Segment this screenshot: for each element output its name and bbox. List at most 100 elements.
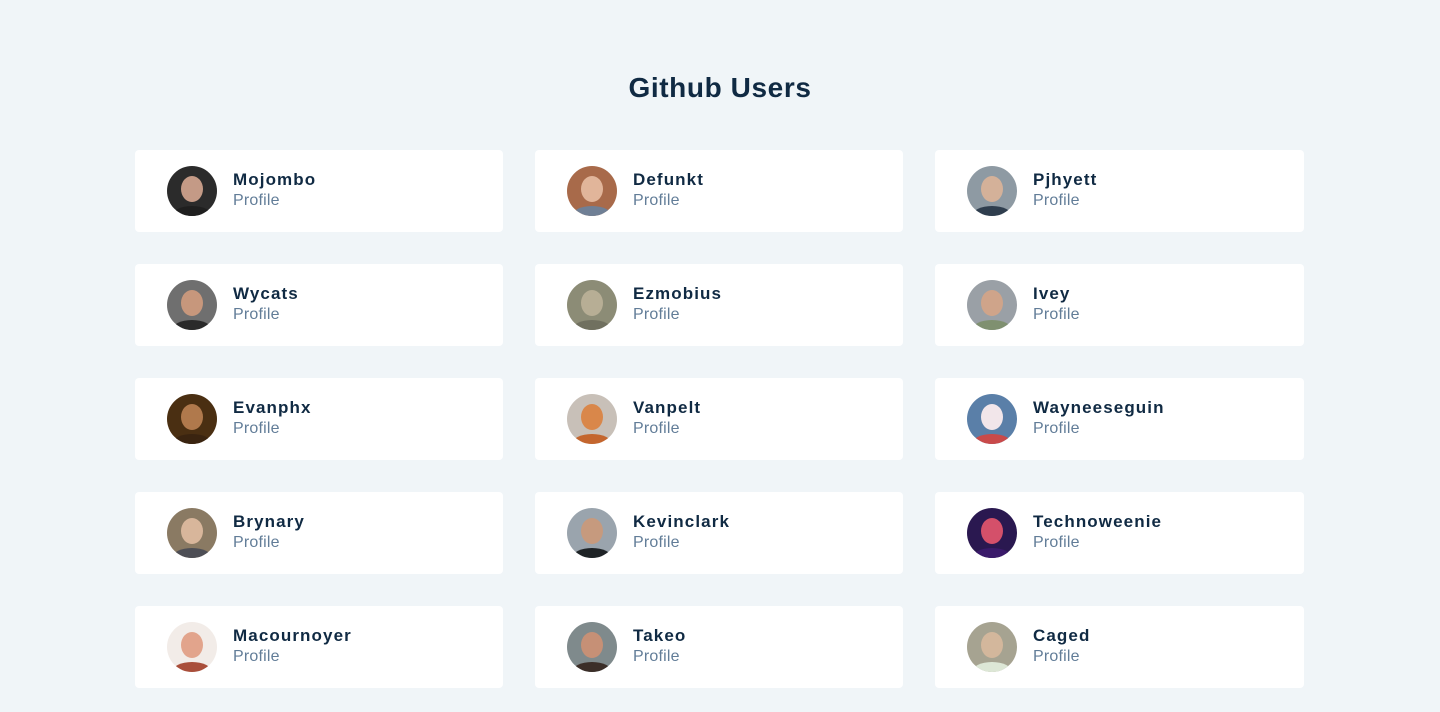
profile-link[interactable]: Profile (233, 532, 305, 554)
avatar[interactable] (967, 508, 1017, 558)
profile-link[interactable]: Profile (1033, 304, 1080, 326)
page: Github Users Mojombo Profile Defunkt Pro… (0, 0, 1440, 712)
avatar[interactable] (167, 622, 217, 672)
user-info: Pjhyett Profile (1033, 170, 1097, 212)
profile-link[interactable]: Profile (233, 646, 352, 668)
user-card[interactable]: Takeo Profile (535, 606, 903, 688)
user-card[interactable]: Ezmobius Profile (535, 264, 903, 346)
user-name: Caged (1033, 626, 1091, 645)
avatar[interactable] (167, 394, 217, 444)
user-info: Macournoyer Profile (233, 626, 352, 668)
avatar-shoulders (972, 320, 1012, 330)
avatar[interactable] (967, 166, 1017, 216)
user-card[interactable]: Mojombo Profile (135, 150, 503, 232)
avatar[interactable] (167, 280, 217, 330)
avatar[interactable] (567, 166, 617, 216)
profile-link[interactable]: Profile (1033, 532, 1162, 554)
user-card[interactable]: Macournoyer Profile (135, 606, 503, 688)
profile-link[interactable]: Profile (633, 190, 704, 212)
user-card[interactable]: Wayneeseguin Profile (935, 378, 1304, 460)
avatar-face (981, 632, 1003, 658)
page-title: Github Users (628, 72, 812, 103)
profile-link[interactable]: Profile (1033, 418, 1165, 440)
profile-link[interactable]: Profile (1033, 646, 1090, 668)
avatar-shoulders (572, 206, 612, 216)
user-card[interactable]: Defunkt Profile (535, 150, 903, 232)
user-info: Mojombo Profile (233, 170, 316, 212)
user-info: Wayneeseguin Profile (1033, 398, 1165, 440)
user-card[interactable]: Kevinclark Profile (535, 492, 903, 574)
user-name: Wayneeseguin (1033, 398, 1165, 417)
avatar-shoulders (172, 548, 212, 558)
users-grid: Mojombo Profile Defunkt Profile Pjhyett … (135, 150, 1305, 688)
user-name: Evanphx (233, 398, 312, 417)
profile-link[interactable]: Profile (633, 532, 730, 554)
avatar-shoulders (972, 206, 1012, 216)
avatar[interactable] (567, 394, 617, 444)
avatar-face (181, 290, 203, 316)
user-info: Caged Profile (1033, 626, 1090, 668)
avatar-shoulders (572, 548, 612, 558)
avatar-face (181, 632, 203, 658)
user-card[interactable]: Pjhyett Profile (935, 150, 1304, 232)
user-name: Ivey (1033, 284, 1071, 303)
user-name: Wycats (233, 284, 299, 303)
avatar-face (581, 176, 603, 202)
profile-link[interactable]: Profile (633, 646, 686, 668)
avatar-shoulders (172, 206, 212, 216)
user-info: Ezmobius Profile (633, 284, 722, 326)
user-info: Ivey Profile (1033, 284, 1080, 326)
user-name: Mojombo (233, 170, 317, 189)
user-name: Vanpelt (633, 398, 702, 417)
avatar-shoulders (572, 662, 612, 672)
user-name: Pjhyett (1033, 170, 1098, 189)
avatar[interactable] (167, 166, 217, 216)
user-name: Technoweenie (1033, 512, 1163, 531)
avatar-shoulders (972, 434, 1012, 444)
profile-link[interactable]: Profile (233, 418, 312, 440)
user-info: Kevinclark Profile (633, 512, 730, 554)
user-card[interactable]: Technoweenie Profile (935, 492, 1304, 574)
user-info: Takeo Profile (633, 626, 686, 668)
user-info: Technoweenie Profile (1033, 512, 1162, 554)
avatar[interactable] (567, 508, 617, 558)
avatar-face (181, 404, 203, 430)
user-card[interactable]: Vanpelt Profile (535, 378, 903, 460)
avatar-face (581, 290, 603, 316)
avatar-shoulders (972, 548, 1012, 558)
avatar-face (981, 176, 1003, 202)
avatar[interactable] (167, 508, 217, 558)
avatar[interactable] (567, 622, 617, 672)
user-name: Ezmobius (633, 284, 723, 303)
avatar-face (981, 518, 1003, 544)
user-info: Defunkt Profile (633, 170, 704, 212)
avatar-shoulders (172, 320, 212, 330)
profile-link[interactable]: Profile (233, 190, 316, 212)
avatar-shoulders (172, 662, 212, 672)
avatar-shoulders (172, 434, 212, 444)
avatar[interactable] (967, 280, 1017, 330)
user-name: Defunkt (633, 170, 704, 189)
user-card[interactable]: Wycats Profile (135, 264, 503, 346)
avatar-face (981, 290, 1003, 316)
profile-link[interactable]: Profile (633, 304, 722, 326)
user-card[interactable]: Caged Profile (935, 606, 1304, 688)
user-info: Brynary Profile (233, 512, 305, 554)
avatar-face (581, 518, 603, 544)
avatar-face (181, 176, 203, 202)
user-card[interactable]: Evanphx Profile (135, 378, 503, 460)
user-name: Brynary (233, 512, 305, 531)
user-name: Macournoyer (233, 626, 352, 645)
profile-link[interactable]: Profile (1033, 190, 1097, 212)
avatar[interactable] (567, 280, 617, 330)
avatar-shoulders (572, 320, 612, 330)
avatar-face (581, 632, 603, 658)
avatar[interactable] (967, 622, 1017, 672)
profile-link[interactable]: Profile (233, 304, 299, 326)
avatar-face (181, 518, 203, 544)
profile-link[interactable]: Profile (633, 418, 701, 440)
user-info: Evanphx Profile (233, 398, 312, 440)
user-card[interactable]: Brynary Profile (135, 492, 503, 574)
user-card[interactable]: Ivey Profile (935, 264, 1304, 346)
avatar[interactable] (967, 394, 1017, 444)
